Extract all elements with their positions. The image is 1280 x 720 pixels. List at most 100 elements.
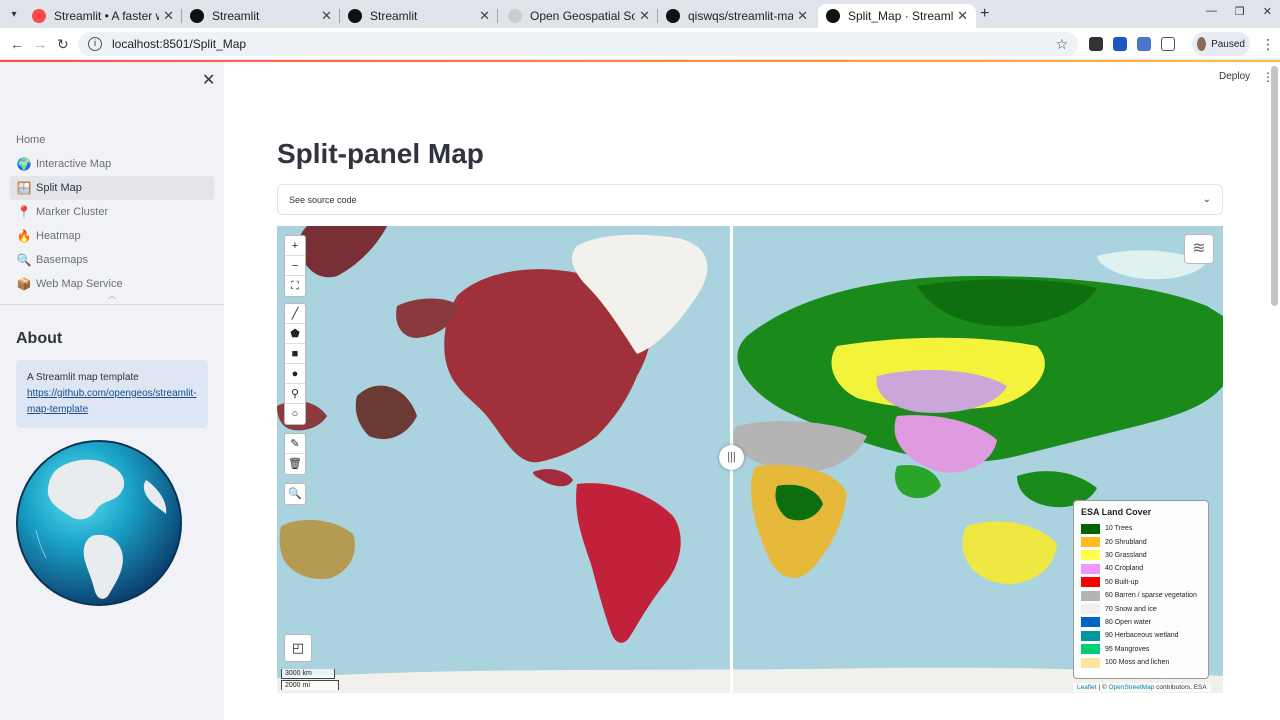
back-icon[interactable]: ←	[10, 36, 24, 52]
sidebar-item-label: Basemaps	[36, 254, 88, 266]
fire-icon: 🔥	[16, 229, 32, 243]
legend-label: 20 Shrubland	[1105, 538, 1147, 546]
sidebar-item-label: Marker Cluster	[36, 206, 109, 218]
draw-rectangle-icon[interactable]: ■	[285, 344, 305, 364]
close-window-icon[interactable]: ✕	[1263, 5, 1272, 18]
sidebar-item-split-map[interactable]: 🪟 Split Map	[10, 176, 214, 200]
browser-tab[interactable]: Streamlit • A faster wa ✕	[24, 4, 182, 28]
close-tab-icon[interactable]: ✕	[957, 8, 968, 24]
streamlit-app: ✕ Home 🌍 Interactive Map 🪟 Split Map 📍 M…	[0, 60, 1280, 720]
new-tab-button[interactable]: +	[980, 5, 989, 23]
close-sidebar-icon[interactable]: ✕	[202, 70, 215, 90]
sidebar-item-label: Interactive Map	[36, 158, 112, 170]
legend-swatch	[1081, 644, 1100, 655]
page-title: Split-panel Map	[277, 138, 484, 169]
close-tab-icon[interactable]: ✕	[321, 8, 332, 24]
address-bar-row: ← → ↻ i localhost:8501/Split_Map ☆ Pause…	[0, 28, 1280, 60]
scrollbar-thumb[interactable]	[1271, 66, 1278, 306]
edit-layers-icon[interactable]: ✎	[285, 434, 305, 454]
source-code-expander[interactable]: See source code ⌄	[277, 184, 1223, 215]
osm-link[interactable]: OpenStreetMap	[1108, 684, 1154, 691]
sidebar-item-label: Heatmap	[36, 230, 81, 242]
draw-marker-icon[interactable]: ⚲	[285, 384, 305, 404]
globe-loading-icon	[508, 9, 522, 23]
legend-swatch	[1081, 590, 1100, 601]
legend-swatch	[1081, 630, 1100, 641]
draw-polygon-icon[interactable]: ⬟	[285, 324, 305, 344]
bookmark-star-icon[interactable]: ☆	[1055, 36, 1068, 53]
legend-item: 95 Mangroves	[1081, 643, 1201, 656]
about-info-box: A Streamlit map template https://github.…	[16, 360, 208, 428]
legend-item: 90 Herbaceous wetland	[1081, 629, 1201, 642]
legend-label: 40 Cropland	[1105, 565, 1144, 573]
browser-tab[interactable]: qiswqs/streamlit-map ✕	[658, 4, 816, 28]
globe-image	[16, 440, 182, 606]
scale-km: 3000 km	[281, 669, 335, 679]
browser-tab[interactable]: Open Geospatial Solu ✕	[500, 4, 658, 28]
repo-link[interactable]: https://github.com/opengeos/streamlit-ma…	[27, 388, 197, 415]
legend-label: 80 Open water	[1105, 618, 1151, 626]
draw-circle-icon[interactable]: ●	[285, 364, 305, 384]
legend-swatch	[1081, 550, 1100, 561]
browser-tab-active[interactable]: Split_Map · Streamlit ✕	[818, 4, 976, 28]
legend-label: 10 Trees	[1105, 525, 1133, 533]
search-icon[interactable]: 🔍	[285, 484, 305, 504]
legend-item: 70 Snow and ice	[1081, 602, 1201, 615]
extension-icon[interactable]	[1089, 37, 1103, 51]
sidebar-item-marker-cluster[interactable]: 📍 Marker Cluster	[10, 200, 214, 224]
legend-item: 60 Barren / sparse vegetation	[1081, 589, 1201, 602]
split-map[interactable]: ||| + − ⛶ ╱ ⬟ ■ ● ⚲ ○ ✎ 🗑 🔍 ≋ ◰ 3000 km …	[277, 226, 1223, 693]
draw-polyline-icon[interactable]: ╱	[285, 304, 305, 324]
sidebar-item-heatmap[interactable]: 🔥 Heatmap	[10, 224, 214, 248]
extension-icon[interactable]	[1113, 37, 1127, 51]
zoom-in-icon[interactable]: +	[285, 236, 305, 256]
close-tab-icon[interactable]: ✕	[797, 8, 808, 24]
site-info-icon[interactable]: i	[88, 37, 102, 51]
legend-item: 10 Trees	[1081, 522, 1201, 535]
streamlit-crown-icon	[32, 9, 46, 23]
tab-search-chevron-icon[interactable]: ▾	[6, 7, 22, 23]
delete-layers-icon[interactable]: 🗑	[285, 454, 305, 474]
browser-tab[interactable]: Streamlit ✕	[340, 4, 498, 28]
pin-icon: 📍	[16, 205, 32, 219]
collapse-nav-chevron-icon[interactable]: ︿	[108, 290, 116, 301]
search-control: 🔍	[284, 483, 306, 505]
reload-icon[interactable]: ↻	[57, 36, 69, 53]
browser-tab[interactable]: Streamlit ✕	[182, 4, 340, 28]
minimize-icon[interactable]: —	[1206, 5, 1217, 18]
sidebar-divider	[0, 304, 224, 305]
sidebar-item-basemaps[interactable]: 🔍 Basemaps	[10, 248, 214, 272]
url-bar[interactable]: i localhost:8501/Split_Map ☆	[78, 32, 1078, 56]
close-tab-icon[interactable]: ✕	[639, 8, 650, 24]
split-drag-handle-icon[interactable]: |||	[719, 445, 744, 470]
profile-button[interactable]: Paused	[1192, 32, 1250, 56]
sidebar-item-home[interactable]: Home	[10, 128, 214, 152]
github-icon	[666, 9, 680, 23]
tab-title: Streamlit	[370, 9, 418, 23]
layers-icon[interactable]: ≋	[1184, 234, 1214, 264]
close-tab-icon[interactable]: ✕	[479, 8, 490, 24]
tab-title: Split_Map · Streamlit	[848, 9, 954, 23]
sidebar-item-interactive-map[interactable]: 🌍 Interactive Map	[10, 152, 214, 176]
forward-icon[interactable]: →	[33, 36, 47, 52]
browser-menu-icon[interactable]: ⋮	[1261, 36, 1275, 53]
profile-status: Paused	[1211, 38, 1245, 50]
close-tab-icon[interactable]: ✕	[163, 8, 174, 24]
draw-circle-marker-icon[interactable]: ○	[285, 404, 305, 424]
zoom-controls: + − ⛶	[284, 235, 306, 297]
minimap-toggle-icon[interactable]: ◰	[284, 634, 312, 662]
legend-item: 30 Grassland	[1081, 549, 1201, 562]
zoom-out-icon[interactable]: −	[285, 256, 305, 276]
extensions-puzzle-icon[interactable]	[1161, 37, 1175, 51]
fullscreen-icon[interactable]: ⛶	[285, 276, 305, 296]
legend-label: 30 Grassland	[1105, 551, 1147, 559]
restore-icon[interactable]: ❐	[1235, 5, 1245, 18]
url-text: localhost:8501/Split_Map	[112, 37, 247, 51]
leaflet-link[interactable]: Leaflet	[1077, 684, 1097, 691]
deploy-button[interactable]: Deploy	[1219, 71, 1250, 82]
extension-icon[interactable]	[1137, 37, 1151, 51]
tab-title: Streamlit • A faster wa	[54, 9, 159, 23]
edit-toolbar: ✎ 🗑	[284, 433, 306, 475]
left-map-pane	[277, 226, 708, 643]
legend-label: 50 Built-up	[1105, 578, 1139, 586]
